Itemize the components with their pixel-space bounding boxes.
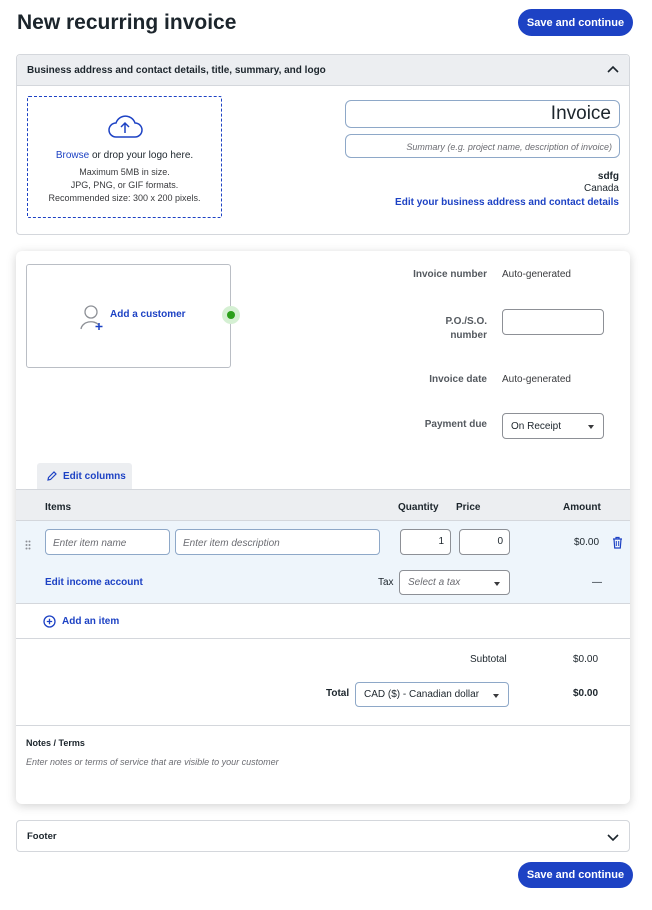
add-customer-box[interactable]: Add a customer: [26, 264, 231, 368]
save-continue-button-bottom[interactable]: Save and continue: [518, 862, 633, 888]
quantity-column-header: Quantity: [398, 502, 439, 513]
invoice-card: Add a customer Invoice number Auto-gener…: [16, 251, 630, 804]
chevron-down-icon: [588, 425, 594, 429]
company-name: sdfg: [597, 171, 619, 182]
browse-link[interactable]: Browse: [56, 150, 89, 161]
payment-due-value: On Receipt: [511, 420, 562, 432]
total-value: $0.00: [573, 688, 599, 699]
tax-select[interactable]: Select a tax: [399, 570, 510, 595]
business-section-header[interactable]: Business address and contact details, ti…: [17, 55, 629, 86]
add-customer-label: Add a customer: [110, 309, 186, 320]
divider: [16, 725, 630, 726]
logo-format-hint: JPG, PNG, or GIF formats.: [70, 180, 179, 190]
pencil-icon: [46, 470, 58, 482]
business-section: Business address and contact details, ti…: [16, 54, 630, 235]
invoice-date-label: Invoice date: [429, 374, 487, 385]
edit-columns-tab[interactable]: Edit columns: [37, 463, 132, 489]
notes-label: Notes / Terms: [26, 738, 85, 748]
amount-column-header: Amount: [563, 502, 601, 513]
table-row: Enter item name Enter item description 1…: [16, 521, 630, 604]
logo-dimension-hint: Recommended size: 300 x 200 pixels.: [48, 193, 201, 203]
add-item-label: Add an item: [62, 616, 120, 627]
subtotal-label: Subtotal: [470, 654, 507, 665]
footer-section[interactable]: Footer: [16, 820, 630, 852]
items-table-header: Items Quantity Price Amount: [16, 489, 630, 521]
drop-logo-text: or drop your logo here.: [91, 150, 194, 161]
chevron-down-icon[interactable]: [606, 830, 620, 849]
invoice-date-value: Auto-generated: [502, 374, 571, 385]
tax-label: Tax: [378, 577, 394, 588]
tax-amount: —: [592, 577, 602, 588]
notes-input[interactable]: Enter notes or terms of service that are…: [26, 752, 616, 792]
payment-due-label: Payment due: [424, 419, 487, 430]
drag-handle-icon[interactable]: [25, 537, 31, 555]
price-column-header: Price: [456, 502, 481, 513]
summary-placeholder: Summary (e.g. project name, description …: [406, 142, 612, 152]
summary-input[interactable]: Summary (e.g. project name, description …: [345, 134, 620, 158]
row-amount: $0.00: [574, 537, 600, 548]
invoice-title-input[interactable]: Invoice: [345, 100, 620, 128]
subtotal-value: $0.00: [573, 654, 599, 665]
chevron-down-icon: [493, 693, 499, 698]
item-description-input[interactable]: Enter item description: [175, 529, 380, 555]
logo-dropzone[interactable]: Browse or drop your logo here. Maximum 5…: [27, 96, 222, 218]
payment-due-select[interactable]: On Receipt: [502, 413, 604, 439]
price-input[interactable]: 0: [459, 529, 510, 555]
quantity-input[interactable]: 1: [400, 529, 451, 555]
invoice-number-value: Auto-generated: [502, 269, 571, 280]
page-title: New recurring invoice: [17, 11, 237, 34]
chevron-down-icon: [494, 581, 500, 586]
business-section-title: Business address and contact details, ti…: [27, 65, 326, 76]
trash-icon[interactable]: [612, 536, 623, 554]
invoice-number-label: Invoice number: [413, 269, 487, 280]
add-person-icon: [79, 303, 105, 336]
po-number-label: P.O./S.O. number: [445, 316, 488, 341]
edit-business-details-link[interactable]: Edit your business address and contact d…: [395, 197, 619, 208]
po-number-input[interactable]: [502, 309, 604, 335]
edit-columns-label: Edit columns: [63, 470, 126, 482]
divider: [16, 638, 630, 639]
company-country: Canada: [583, 183, 619, 194]
save-continue-button-top[interactable]: Save and continue: [518, 9, 633, 36]
currency-select[interactable]: CAD ($) - Canadian dollar: [355, 682, 509, 707]
items-column-header: Items: [45, 502, 72, 513]
plus-circle-icon: [43, 615, 56, 628]
status-dot: [222, 306, 240, 324]
add-item-button[interactable]: Add an item: [43, 615, 119, 628]
total-label: Total: [326, 688, 350, 699]
footer-label: Footer: [27, 831, 57, 842]
edit-income-account-link[interactable]: Edit income account: [45, 577, 143, 588]
chevron-up-icon[interactable]: [606, 63, 620, 82]
logo-size-hint: Maximum 5MB in size.: [79, 167, 170, 177]
item-name-input[interactable]: Enter item name: [45, 529, 170, 555]
upload-cloud-icon: [106, 113, 144, 146]
